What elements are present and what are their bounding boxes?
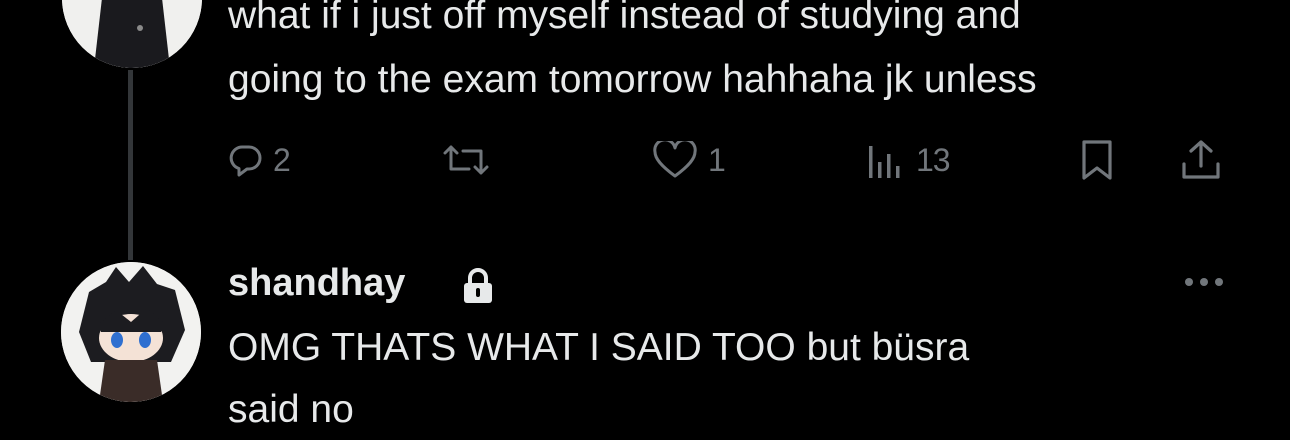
views-count: 13 — [916, 141, 951, 178]
post-text-line: going to the exam tomorrow hahhaha jk un… — [228, 58, 1037, 101]
views-chart-icon — [869, 146, 900, 178]
avatar[interactable] — [61, 262, 201, 402]
like-count: 1 — [708, 141, 726, 178]
post-text-line: OMG THATS WHAT I SAID TOO but büsra — [228, 326, 970, 369]
reply-button[interactable]: 2 — [229, 138, 291, 182]
reply-count: 2 — [273, 141, 291, 178]
username[interactable]: shandhay — [228, 262, 405, 305]
reply-icon — [229, 145, 262, 177]
lock-icon — [464, 268, 492, 303]
repost-icon — [443, 145, 489, 175]
repost-button[interactable] — [441, 138, 501, 182]
share-icon — [1182, 140, 1220, 179]
more-options-icon[interactable] — [1183, 274, 1225, 290]
avatar-image — [62, 0, 202, 68]
views-button[interactable]: 13 — [866, 138, 951, 182]
post-text-line: said no — [228, 388, 354, 431]
post-text-line: what if i just off myself instead of stu… — [228, 0, 1021, 37]
bookmark-button[interactable] — [1080, 138, 1114, 182]
like-button[interactable]: 1 — [652, 138, 726, 182]
avatar-image — [61, 262, 201, 402]
heart-icon — [653, 141, 697, 178]
thread-connector-line — [128, 70, 133, 260]
share-button[interactable] — [1179, 138, 1223, 182]
bookmark-icon — [1082, 140, 1112, 180]
avatar[interactable] — [62, 0, 202, 68]
